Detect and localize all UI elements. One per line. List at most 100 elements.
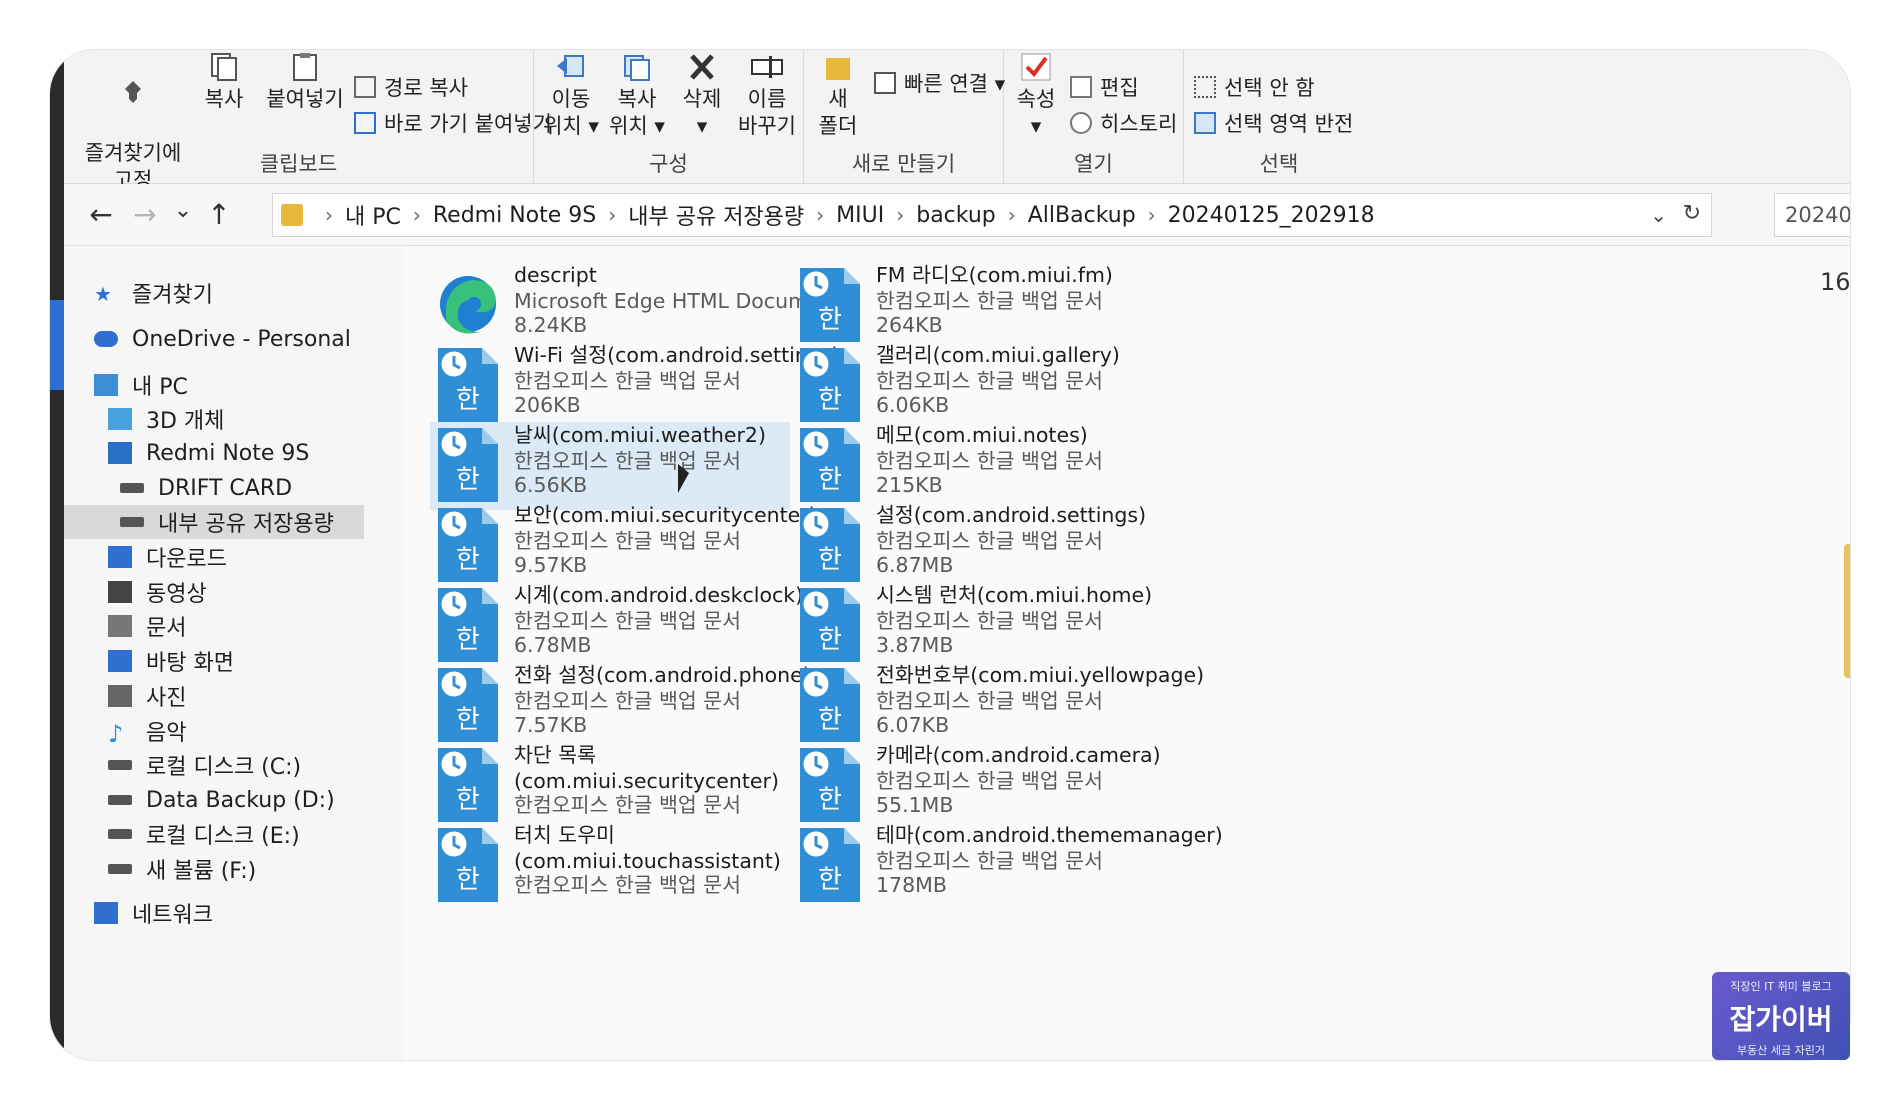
svg-text:한: 한 <box>456 545 480 575</box>
file-item[interactable]: 한 테마(com.android.thememanager) 한컴오피스 한글 백업… <box>792 822 1223 910</box>
invert-selection-button[interactable]: 선택 영역 반전 <box>1194 108 1353 138</box>
file-size: 6.87MB <box>876 553 954 577</box>
svg-text:한: 한 <box>818 625 842 655</box>
paste-shortcut-button[interactable]: 바로 가기 붙여넣기 <box>354 108 552 138</box>
file-type: 한컴오피스 한글 백업 문서 <box>876 529 1104 553</box>
file-size: 6.06KB <box>876 393 950 417</box>
file-name-line2: (com.miui.securitycenter) <box>514 769 779 793</box>
folder-icon <box>281 204 303 226</box>
sidebar-item-label: 새 볼륨 (F:) <box>146 859 257 884</box>
forward-button[interactable]: → <box>128 198 162 231</box>
sidebar-item[interactable]: 새 볼륨 (F:) <box>108 852 256 886</box>
properties-label: 속성 ▾ <box>1016 87 1056 138</box>
file-type: 한컴오피스 한글 백업 문서 <box>876 449 1104 473</box>
navigation-pane: ★ 즐겨찾기 OneDrive - Personal 내 PC 3D 개체 Redmi N… <box>64 246 404 1060</box>
sidebar-item-label: 네트워크 <box>132 903 213 928</box>
properties-button[interactable]: 속성 ▾ <box>1008 52 1064 140</box>
sidebar-item[interactable]: OneDrive - Personal <box>94 322 351 356</box>
breadcrumb-item[interactable]: 내부 공유 저장용량 <box>628 199 804 231</box>
file-item[interactable]: 한 Wi-Fi 설정(com.android.settings) 한컴오피스 한글 … <box>430 342 840 430</box>
rename-button[interactable]: 이름 바꾸기 <box>734 52 800 140</box>
sidebar-item[interactable]: 사진 <box>108 679 186 713</box>
file-item[interactable]: 한 갤러리(com.miui.gallery) 한컴오피스 한글 백업 문서 6.06… <box>792 342 1152 430</box>
svg-text:한: 한 <box>818 865 842 895</box>
recent-locations-button[interactable]: ⌄ <box>166 198 200 223</box>
clipboard-group-label: 클립보드 <box>259 152 338 176</box>
move-to-label: 이동 위치 ▾ <box>543 87 599 138</box>
easy-access-button[interactable]: 빠른 연결 ▾ <box>874 68 1005 98</box>
file-name: 날씨(com.miui.weather2) <box>514 423 766 447</box>
move-to-button[interactable]: 이동 위치 ▾ <box>540 52 602 140</box>
file-size: 3.87MB <box>876 633 954 657</box>
sidebar-item[interactable]: 동영상 <box>108 575 207 609</box>
file-item[interactable]: 한 전화번호부(com.miui.yellowpage) 한컴오피스 한글 백업 문… <box>792 662 1204 750</box>
breadcrumb[interactable]: › 내 PC › Redmi Note 9S › 내부 공유 저장용량 › MI… <box>272 193 1712 237</box>
sidebar-item[interactable]: 내부 공유 저장용량 <box>64 505 364 539</box>
breadcrumb-item[interactable]: 내 PC <box>345 199 401 231</box>
sidebar-item[interactable]: 내 PC <box>94 368 188 402</box>
hwp-backup-icon: 한 <box>800 508 860 582</box>
history-button[interactable]: 히스토리 <box>1070 108 1177 138</box>
copy-to-button[interactable]: 복사 위치 ▾ <box>606 52 668 140</box>
file-size: 9.57KB <box>514 553 588 577</box>
file-item[interactable]: 한 시스템 런처(com.miui.home) 한컴오피스 한글 백업 문서 3.87… <box>792 582 1152 670</box>
edit-button[interactable]: 편집 <box>1070 72 1139 102</box>
file-item[interactable]: 한 설정(com.android.settings) 한컴오피스 한글 백업 문서 6… <box>792 502 1152 590</box>
file-item[interactable]: 한 FM 라디오(com.miui.fm) 한컴오피스 한글 백업 문서 264KB <box>792 262 1152 350</box>
sidebar-item[interactable]: 로컬 디스크 (E:) <box>108 817 300 851</box>
breadcrumb-item[interactable]: MIUI <box>836 203 884 228</box>
address-dropdown-icon[interactable]: ⌄ <box>1650 203 1667 227</box>
file-item[interactable]: 한 시계(com.android.deskclock) 한컴오피스 한글 백업 문서… <box>430 582 803 670</box>
breadcrumb-item[interactable]: Redmi Note 9S <box>433 203 596 228</box>
sidebar-item[interactable]: 문서 <box>108 609 186 643</box>
delete-button[interactable]: 삭제 ▾ <box>674 52 730 140</box>
properties-check-icon <box>1021 53 1051 81</box>
paste-button[interactable]: 붙여넣기 <box>260 52 350 113</box>
file-item[interactable]: 한 날씨(com.miui.weather2) 한컴오피스 한글 백업 문서 6.56… <box>430 422 790 510</box>
copy-path-button[interactable]: 경로 복사 <box>354 72 468 102</box>
breadcrumb-item[interactable]: backup <box>916 203 996 228</box>
file-name: 갤러리(com.miui.gallery) <box>876 343 1120 367</box>
select-none-button[interactable]: 선택 안 함 <box>1194 72 1315 102</box>
file-item[interactable]: descript Microsoft Edge HTML Document 8.24… <box>430 262 842 350</box>
sidebar-item[interactable]: Data Backup (D:) <box>108 783 335 817</box>
file-size: 7.57KB <box>514 713 588 737</box>
new-group-label: 새로 만들기 <box>851 152 956 176</box>
sidebar-item[interactable]: 3D 개체 <box>108 402 224 436</box>
file-item[interactable]: 한 카메라(com.android.camera) 한컴오피스 한글 백업 문서 55… <box>792 742 1161 830</box>
sidebar-item[interactable]: ♪ 음악 <box>108 714 186 748</box>
search-input[interactable]: 20240125_202 <box>1774 193 1850 237</box>
sidebar-item[interactable]: Redmi Note 9S <box>108 436 309 470</box>
sidebar-item[interactable]: DRIFT CARD <box>120 471 292 505</box>
up-button[interactable]: ↑ <box>202 198 236 231</box>
file-item[interactable]: 한 메모(com.miui.notes) 한컴오피스 한글 백업 문서 215KB <box>792 422 1152 510</box>
breadcrumb-item[interactable]: 20240125_202918 <box>1168 203 1375 228</box>
explorer-window: 즐겨찾기에 고정 복사 붙여넣기 경로 복사 바로 가기 붙여넣기 클립보드 이… <box>50 50 1850 1060</box>
disk-icon <box>108 829 132 839</box>
sidebar-item[interactable]: 다운로드 <box>108 540 227 574</box>
file-item[interactable]: 한 보안(com.miui.securitycenter) 한컴오피스 한글 백업 … <box>430 502 817 590</box>
sidebar-item[interactable]: 네트워크 <box>94 896 213 930</box>
new-folder-button[interactable]: 새 폴더 <box>810 52 866 140</box>
sidebar-item-label: DRIFT CARD <box>158 475 293 501</box>
drive-icon <box>120 483 144 493</box>
file-size: 264KB <box>876 313 943 337</box>
file-item[interactable]: 한 차단 목록 (com.miui.securitycenter) 한컴오피스 한글 … <box>430 742 790 830</box>
edge-icon <box>440 276 496 334</box>
breadcrumb-item[interactable]: AllBackup <box>1028 203 1136 228</box>
file-item[interactable]: 한 전화 설정(com.android.phone) 한컴오피스 한글 백업 문서 7… <box>430 662 811 750</box>
disk-icon <box>108 864 132 874</box>
back-button[interactable]: ← <box>84 198 118 231</box>
paste-shortcut-icon <box>354 112 376 134</box>
sidebar-item[interactable]: ★ 즐겨찾기 <box>94 276 213 310</box>
file-name: 테마(com.android.thememanager) <box>876 823 1223 847</box>
sidebar-item-label: 동영상 <box>146 582 207 607</box>
music-icon: ♪ <box>108 720 124 748</box>
copy-icon <box>211 53 237 81</box>
copy-button[interactable]: 복사 <box>194 52 254 113</box>
refresh-icon[interactable]: ↻ <box>1683 201 1701 226</box>
sidebar-item[interactable]: 로컬 디스크 (C:) <box>108 748 301 782</box>
sidebar-item-label: 음악 <box>146 721 187 746</box>
file-item[interactable]: 한 터치 도우미 (com.miui.touchassistant) 한컴오피스 한글… <box>430 822 790 910</box>
sidebar-item[interactable]: 바탕 화면 <box>108 644 234 678</box>
